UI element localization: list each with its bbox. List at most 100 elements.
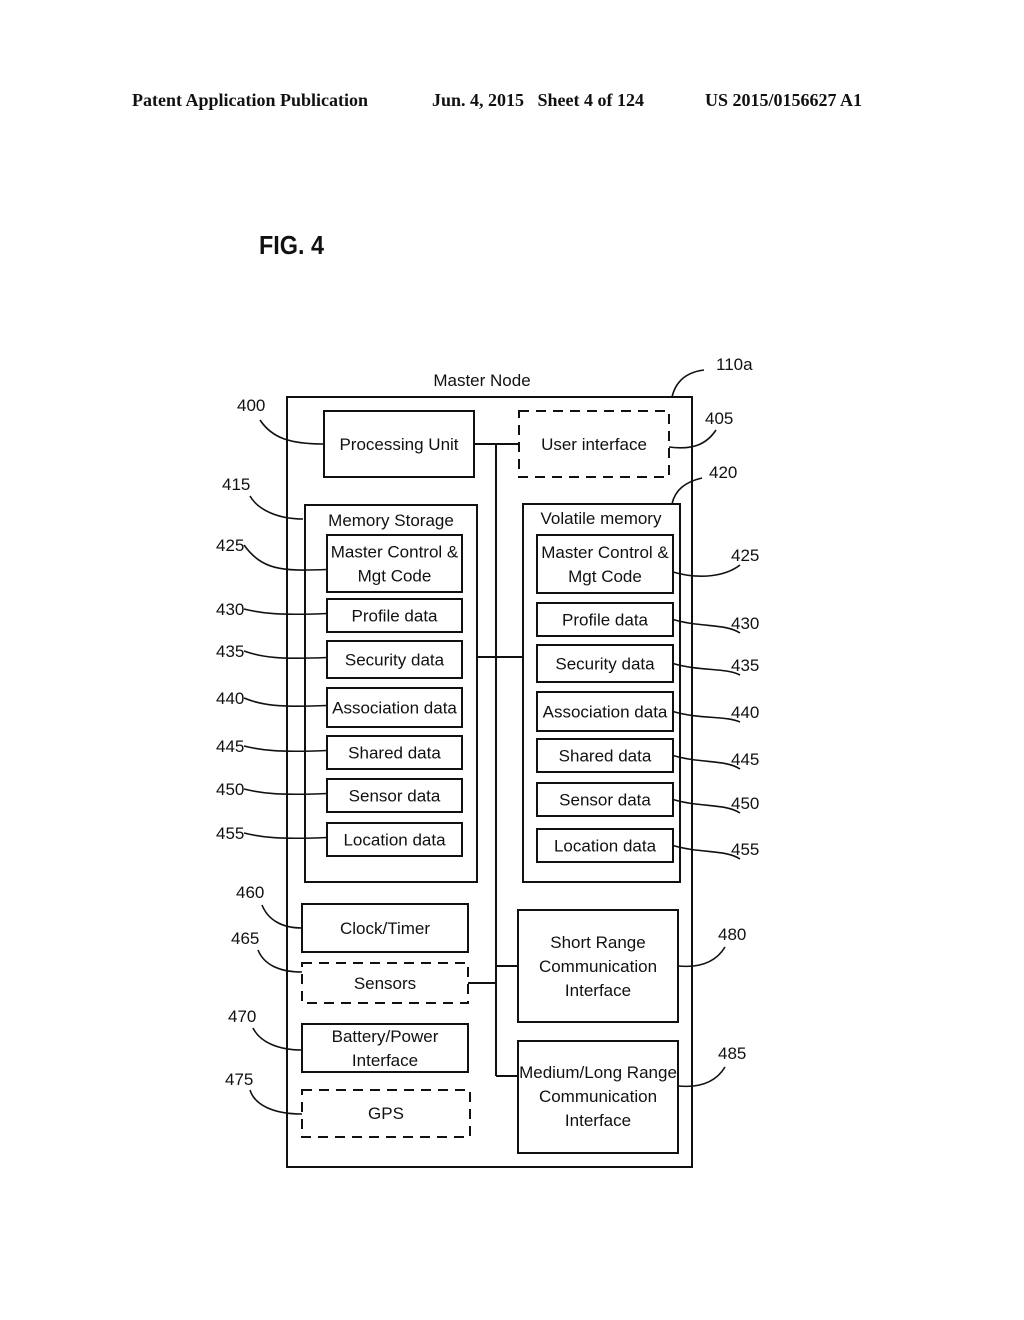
leader-110a: [671, 369, 705, 398]
master-control-mgt-code-label-line: Master Control &: [541, 543, 669, 562]
medium-long-range-communication-interface: 485 Medium/Long Range Communication Interf…: [517, 1040, 746, 1154]
ref-485: 485: [718, 1044, 746, 1063]
profile-data-label-line: Profile data: [562, 611, 649, 630]
battery-label-line: Battery/Power: [332, 1027, 439, 1046]
leader-450: [672, 798, 741, 814]
ref-110a: 110a: [716, 355, 753, 374]
medium-range-label-line: Communication: [539, 1087, 657, 1106]
association-data-label-line: Association data: [543, 703, 668, 722]
ref-455: 455: [216, 824, 244, 843]
leader-420: [671, 477, 703, 505]
leader-440: [672, 710, 741, 723]
short-range-communication-interface: 480 Short Range Communication Interface: [517, 909, 746, 1023]
memory-item-master-control-mgt-code: Master Control & Mgt Code 425: [216, 534, 463, 593]
memory-item-shared-data: Shared data445: [536, 738, 759, 773]
master-control-mgt-code-label-line: Mgt Code: [358, 567, 432, 586]
profile-data-label-line: Profile data: [352, 607, 439, 626]
ref-435: 435: [216, 642, 244, 661]
leader-440: [243, 697, 328, 708]
leader-425: [243, 544, 328, 571]
ref-465: 465: [231, 929, 259, 948]
clock-timer: Clock/Timer 460: [236, 883, 469, 953]
memory-item-association-data: Association data 440: [216, 687, 463, 728]
ref-480: 480: [718, 925, 746, 944]
volatile-memory: Volatile memory 420 Master Control & Mgt …: [522, 463, 759, 883]
sensors: Sensors 465: [231, 929, 469, 1004]
location-data-label-line: Location data: [343, 831, 446, 850]
leader-475: [249, 1089, 303, 1115]
leader-460: [261, 904, 303, 929]
leader-425: [672, 564, 741, 577]
master-control-mgt-code-label-line: Master Control &: [331, 543, 459, 562]
ref-430: 430: [216, 600, 244, 619]
location-data-label-line: Location data: [554, 837, 657, 856]
ref-470: 470: [228, 1007, 256, 1026]
volatile-memory-label: Volatile memory: [541, 509, 662, 528]
leader-435: [672, 662, 741, 676]
memory-item-location-data: Location data 455: [216, 822, 463, 857]
sensor-data-label-line: Sensor data: [349, 787, 441, 806]
user-interface-label: User interface: [541, 435, 647, 454]
leader-415: [249, 495, 304, 520]
battery-power-interface: 470 Battery/Power Interface: [228, 1007, 469, 1073]
leader-480: [677, 946, 726, 968]
memory-item-shared-data: Shared data 445: [216, 735, 463, 770]
medium-range-label-line: Interface: [565, 1111, 631, 1130]
ref-415: 415: [222, 475, 250, 494]
short-range-label-line: Short Range: [550, 933, 645, 952]
leader-470: [252, 1027, 303, 1051]
memory-storage-box: [304, 504, 478, 883]
processing-unit: Processing Unit 400: [237, 396, 475, 478]
leader-445: [672, 754, 741, 770]
ref-450: 450: [216, 780, 244, 799]
memory-item-location-data: Location data455: [536, 828, 759, 863]
leader-400: [259, 419, 325, 445]
clock-timer-label: Clock/Timer: [340, 919, 430, 938]
ref-425: 425: [216, 536, 244, 555]
ref-425: 425: [731, 546, 759, 565]
ref-475: 475: [225, 1070, 253, 1089]
memory-item-security-data: Security data 435: [536, 644, 759, 683]
memory-storage-label: Memory Storage: [328, 511, 454, 530]
memory-item-profile-data: Profile data 430: [216, 598, 463, 633]
user-interface: User interface 405: [518, 409, 733, 478]
short-range-label-line: Interface: [565, 981, 631, 1000]
ref-445: 445: [216, 737, 244, 756]
leader-455: [243, 832, 328, 840]
master-control-mgt-code-label-line: Mgt Code: [568, 567, 642, 586]
medium-range-label-line: Medium/Long Range: [519, 1063, 677, 1082]
memory-storage: Memory Storage 415 Master Control & Mgt C…: [216, 475, 478, 883]
memory-item-association-data: Association data 440: [536, 691, 759, 732]
leader-445: [243, 745, 328, 753]
leader-455: [672, 844, 741, 860]
shared-data-label-line: Shared data: [348, 744, 441, 763]
processing-unit-label: Processing Unit: [339, 435, 458, 454]
ref-440: 440: [216, 689, 244, 708]
shared-data-label-line: Shared data: [559, 747, 652, 766]
ref-400: 400: [237, 396, 265, 415]
leader-435: [243, 650, 328, 660]
ref-440: 440: [731, 703, 759, 722]
memory-item-profile-data: Profile data430: [536, 602, 759, 637]
sensor-data-label-line: Sensor data: [559, 791, 651, 810]
leader-430: [672, 618, 741, 634]
gps: GPS 475: [225, 1070, 471, 1138]
gps-label: GPS: [368, 1104, 404, 1123]
security-data-label-line: Security data: [345, 651, 445, 670]
association-data-label-line: Association data: [332, 699, 457, 718]
ref-405: 405: [705, 409, 733, 428]
leader-485: [677, 1066, 726, 1088]
leader-430: [243, 608, 328, 616]
leader-450: [243, 788, 328, 796]
memory-item-sensor-data: Sensor data450: [536, 782, 759, 817]
ref-435: 435: [731, 656, 759, 675]
block-diagram: Master Node 110a Processing Unit 400 Use…: [216, 355, 759, 1168]
memory-item-sensor-data: Sensor data 450: [216, 778, 463, 813]
master-node-label: Master Node: [433, 371, 530, 390]
leader-465: [257, 949, 303, 973]
memory-item-security-data: Security data 435: [216, 640, 463, 679]
ref-460: 460: [236, 883, 264, 902]
sensors-label: Sensors: [354, 974, 416, 993]
ref-420: 420: [709, 463, 737, 482]
short-range-label-line: Communication: [539, 957, 657, 976]
